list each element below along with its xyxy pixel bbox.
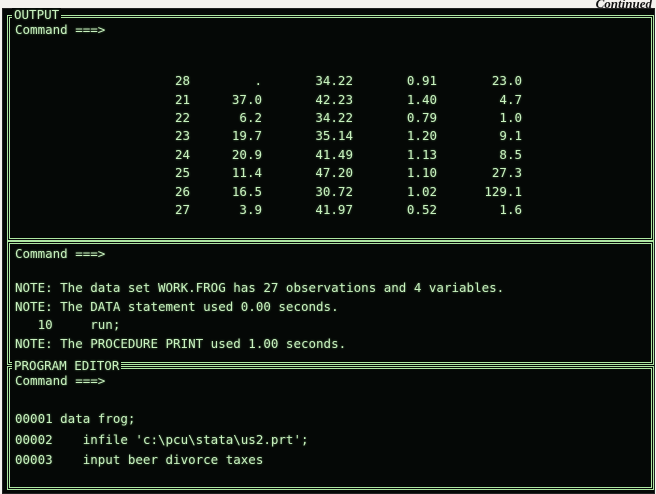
code-line[interactable]: 00003 input beer divorce taxes [15,452,309,473]
output-cell: 20.9 [231,146,262,162]
observation-number: 27 [174,201,190,217]
output-cell: 6.2 [239,109,262,125]
output-cell: 47.20 [315,165,353,181]
observation-number: 22 [174,109,190,125]
output-cell: 27.3 [491,165,522,181]
observation-number: 23 [174,128,190,144]
output-cell: 37.0 [231,91,262,107]
log-line: NOTE: The DATA statement used 0.00 secon… [15,298,339,314]
output-cell: 35.14 [315,128,353,144]
log-command-line[interactable]: Command ===> [15,246,105,262]
observation-number: 28 [174,73,190,89]
output-cell: 34.22 [315,73,353,89]
output-cell: 42.23 [315,91,353,107]
output-cell: 1.02 [406,183,437,199]
output-cell: 41.97 [315,201,353,217]
observation-number: 26 [174,183,190,199]
log-line: NOTE: The data set WORK.FROG has 27 obse… [15,280,505,295]
output-cell: 0.79 [406,109,437,125]
code-line[interactable]: 00001 data frog; [15,411,309,432]
code-line[interactable]: 00002 infile 'c:\pcu\stata\us2.prt'; [15,432,309,453]
output-cell: 9.1 [499,128,522,144]
output-cell: . [254,73,262,89]
program-editor-window: PROGRAM EDITOR Command ===> 00001 data f… [7,359,654,490]
output-cell: 30.72 [315,183,353,199]
program-editor-title: PROGRAM EDITOR [12,358,122,373]
output-row: 28. 34.22 0.91 23.0 [160,72,522,90]
observation-number: 21 [174,91,190,107]
output-cell: 129.1 [484,183,522,199]
output-cell: 0.52 [406,201,437,217]
output-cell: 1.13 [406,146,437,162]
editor-code-lines[interactable]: 00001 data frog; 00002 infile 'c:\pcu\st… [15,411,309,473]
log-line: 10 run; [15,317,121,332]
output-cell: 41.49 [315,146,353,162]
output-cell: 1.6 [499,201,522,217]
output-cell: 11.4 [231,165,262,181]
output-cell: 1.40 [406,91,437,107]
editor-command-line[interactable]: Command ===> [15,373,105,389]
output-row: 23 19.7 35.14 1.20 9.1 [160,127,522,145]
output-data-table: 28. 34.22 0.91 23.0 21 37.0 42.23 1.40 4.7 22 6.2 3… [160,72,522,219]
observation-number: 24 [174,146,190,162]
output-row: 27 3.9 41.97 0.52 1.6 [160,201,522,219]
monitor-screen: OUTPUT Command ===> 28. 34.22 0.91 23.0 21 37… [2,8,655,494]
output-row: 22 6.2 34.22 0.79 1.0 [160,109,522,127]
output-window: OUTPUT Command ===> 28. 34.22 0.91 23.0 21 37… [7,8,654,241]
output-window-title: OUTPUT [12,7,62,22]
output-cell: 8.5 [499,146,522,162]
output-cell: 0.91 [406,73,437,89]
output-cell: 3.9 [239,201,262,217]
output-cell: 4.7 [499,91,522,107]
log-line: NOTE: The PROCEDURE PRINT used 1.00 seco… [15,335,347,351]
log-lines: NOTE: The data set WORK.FROG has 27 obse… [15,280,504,354]
output-row: 24 20.9 41.49 1.13 8.5 [160,146,522,164]
output-row: 26 16.5 30.72 1.02 129.1 [160,182,522,200]
observation-number: 25 [174,165,190,181]
output-cell: 1.20 [406,128,437,144]
output-row: 25 11.4 47.20 1.10 27.3 [160,164,522,182]
output-command-line[interactable]: Command ===> [15,22,105,38]
output-cell: 16.5 [231,183,262,199]
output-cell: 23.0 [491,73,522,89]
output-cell: 1.10 [406,165,437,181]
output-cell: 19.7 [231,128,262,144]
output-cell: 34.22 [315,109,353,125]
output-row: 21 37.0 42.23 1.40 4.7 [160,90,522,108]
log-window: Command ===> NOTE: The data set WORK.FRO… [7,241,654,365]
output-cell: 1.0 [499,109,522,125]
